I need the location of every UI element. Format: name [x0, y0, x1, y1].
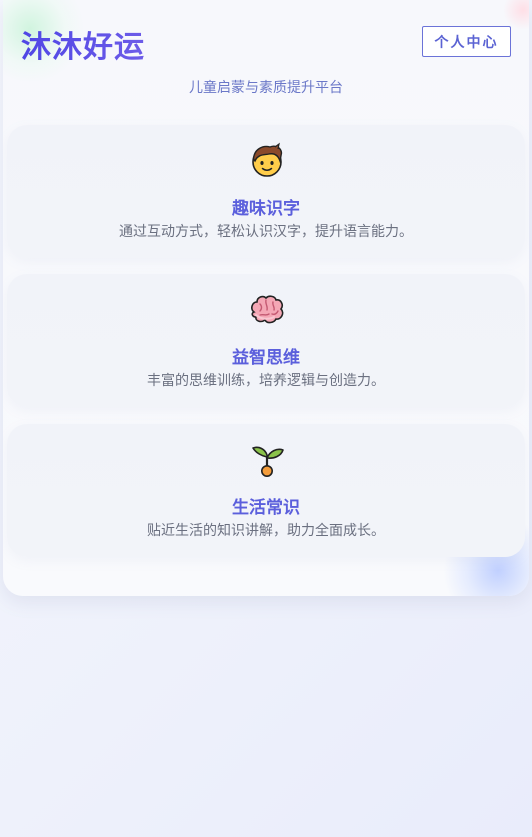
feature-title: 益智思维 — [232, 348, 300, 368]
feature-description: 贴近生活的知识讲解，助力全面成长。 — [147, 523, 385, 539]
feature-card-literacy[interactable]: 趣味识字 通过互动方式，轻松认识汉字，提升语言能力。 — [7, 125, 525, 258]
app-title: 沐沐好运 — [21, 22, 145, 66]
feature-card-life-knowledge[interactable]: 生活常识 贴近生活的知识讲解，助力全面成长。 — [7, 424, 525, 557]
feature-title: 生活常识 — [232, 498, 300, 518]
app-subtitle: 儿童启蒙与素质提升平台 — [189, 80, 343, 96]
seedling-icon — [252, 446, 284, 477]
child-face-icon — [252, 142, 283, 177]
profile-center-button[interactable]: 个人中心 — [422, 26, 511, 57]
brain-icon — [251, 295, 284, 324]
feature-description: 丰富的思维训练，培养逻辑与创造力。 — [147, 373, 385, 389]
feature-description: 通过互动方式，轻松认识汉字，提升语言能力。 — [119, 224, 413, 240]
feature-title: 趣味识字 — [232, 199, 300, 219]
app-card: 沐沐好运 个人中心 儿童启蒙与素质提升平台 趣味识字 通过互动方式，轻松认识汉字… — [3, 0, 529, 596]
feature-card-thinking[interactable]: 益智思维 丰富的思维训练，培养逻辑与创造力。 — [7, 274, 525, 407]
